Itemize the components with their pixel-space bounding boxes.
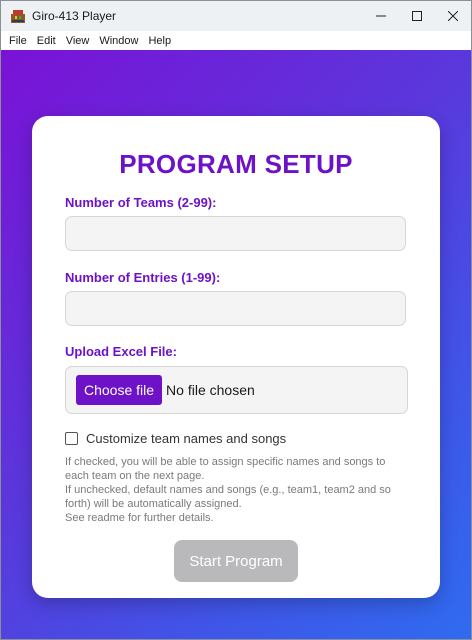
entries-input[interactable] [65,291,406,326]
file-status-text: No file chosen [166,382,255,398]
close-button[interactable] [435,1,471,31]
start-program-button[interactable]: Start Program [174,540,298,582]
menu-window[interactable]: Window [94,35,143,47]
app-window: Giro-413 Player File Edit View Window He… [0,0,472,640]
menu-edit[interactable]: Edit [32,35,61,47]
entries-label: Number of Entries (1-99): [65,270,221,285]
menu-help[interactable]: Help [143,35,176,47]
gradient-background: PROGRAM SETUP Number of Teams (2-99): Nu… [1,50,471,639]
menu-bar: File Edit View Window Help [1,31,471,50]
menu-view[interactable]: View [61,35,95,47]
page-title: PROGRAM SETUP [119,149,353,179]
window-title: Giro-413 Player [32,9,117,23]
customize-label: Customize team names and songs [86,431,287,446]
maximize-icon [412,11,422,21]
maximize-button[interactable] [399,1,435,31]
customize-option[interactable]: Customize team names and songs [65,431,286,446]
teams-input[interactable] [65,216,406,251]
help-line: each team on the next page. [65,470,205,482]
choose-file-button[interactable]: Choose file [76,375,163,405]
close-icon [448,11,458,21]
teams-label: Number of Teams (2-99): [65,195,217,210]
customize-checkbox[interactable] [65,432,78,445]
window-controls [363,1,471,31]
help-line: See readme for further details. [65,512,214,524]
help-line: If unchecked, default names and songs (e… [65,484,391,496]
setup-card: PROGRAM SETUP Number of Teams (2-99): Nu… [32,116,440,598]
title-bar[interactable]: Giro-413 Player [1,1,471,31]
app-logo-icon [11,10,25,23]
upload-label: Upload Excel File: [65,344,177,359]
help-line: If checked, you will be able to assign s… [65,456,386,468]
minimize-icon [376,15,386,17]
menu-file[interactable]: File [4,35,32,47]
minimize-button[interactable] [363,1,399,31]
help-line: forth) will be automatically assigned. [65,498,242,510]
help-text: If checked, you will be able to assign s… [65,455,410,525]
file-upload-field[interactable]: Choose file No file chosen [65,366,408,414]
